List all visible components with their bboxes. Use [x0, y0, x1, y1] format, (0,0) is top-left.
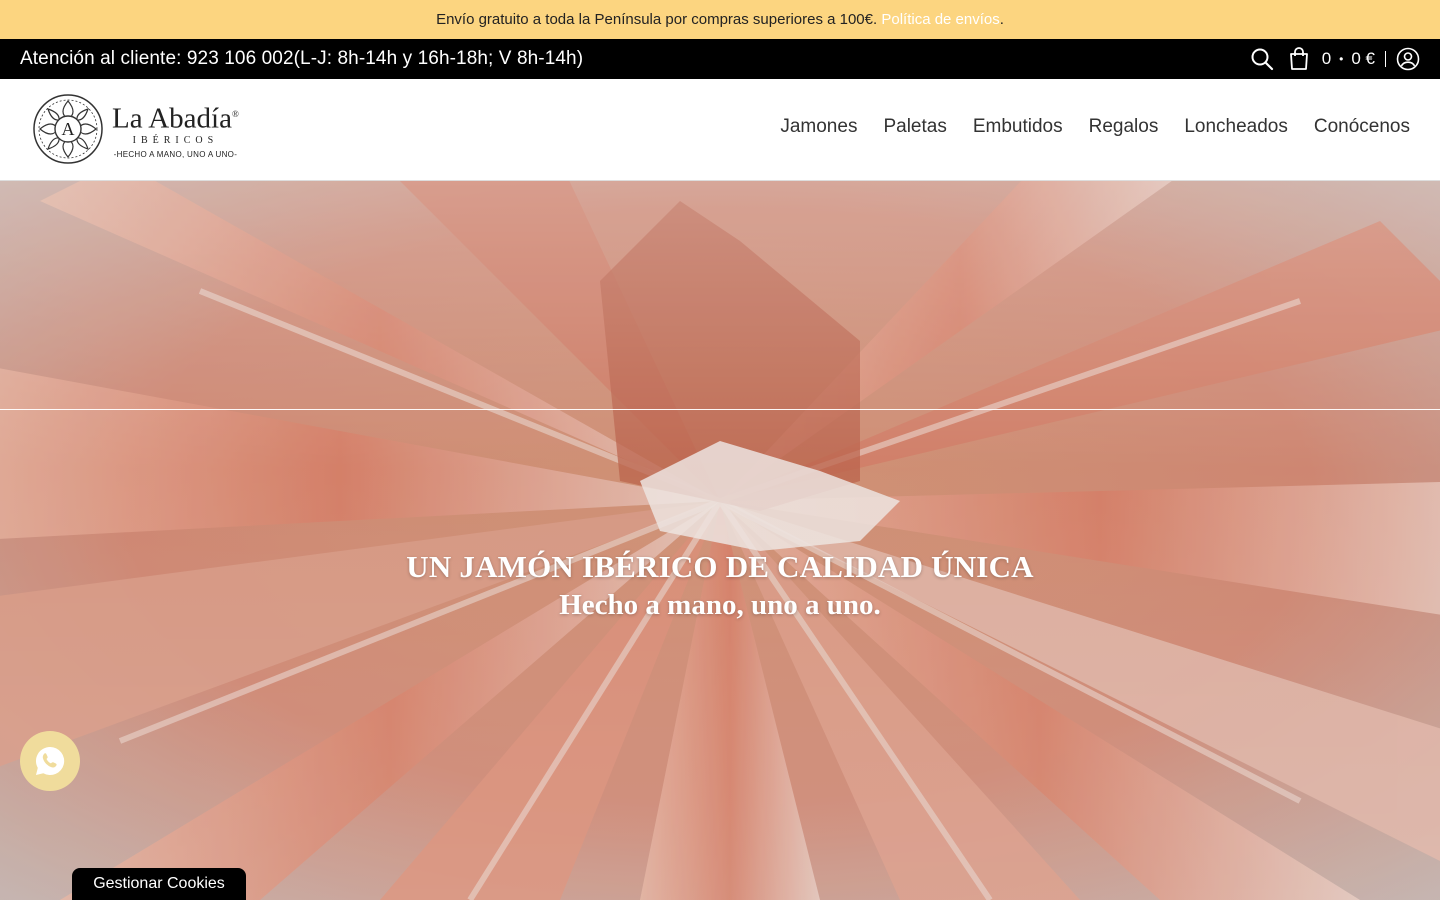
customer-service-info: Atención al cliente: 923 106 002(L-J: 8h… — [20, 48, 584, 69]
cart-separator: • — [1339, 52, 1344, 66]
site-logo[interactable]: A La Abadía® IBÉRICOS -HECHO A MANO, UNO… — [32, 93, 239, 165]
hero-caption: UN JAMÓN IBÉRICO DE CALIDAD ÚNICA Hecho … — [0, 549, 1440, 622]
shipping-policy-link[interactable]: Política de envíos — [881, 11, 999, 28]
cart-button[interactable]: 0 • 0 € — [1288, 47, 1375, 71]
nav-item-embutidos[interactable]: Embutidos — [973, 116, 1063, 138]
whatsapp-button[interactable] — [20, 731, 80, 791]
search-icon[interactable] — [1250, 47, 1274, 71]
cart-total: 0 € — [1351, 49, 1375, 68]
hero-ham-image — [0, 181, 1440, 900]
hero-banner[interactable]: UN JAMÓN IBÉRICO DE CALIDAD ÚNICA Hecho … — [0, 181, 1440, 900]
hero-title: UN JAMÓN IBÉRICO DE CALIDAD ÚNICA — [406, 549, 1034, 584]
logo-subtitle: IBÉRICOS — [132, 135, 219, 147]
site-header: A La Abadía® IBÉRICOS -HECHO A MANO, UNO… — [0, 79, 1440, 181]
nav-item-paletas[interactable]: Paletas — [883, 116, 946, 138]
announcement-bar: Envío gratuito a toda la Península por c… — [0, 0, 1440, 39]
manage-cookies-button[interactable]: Gestionar Cookies — [72, 868, 246, 900]
hero-subtitle: Hecho a mano, uno a uno. — [559, 589, 881, 621]
nav-item-jamones[interactable]: Jamones — [780, 116, 857, 138]
cart-icon — [1288, 47, 1310, 71]
logo-tagline: -HECHO A MANO, UNO A UNO- — [113, 150, 238, 160]
logo-wordmark: La Abadía® IBÉRICOS -HECHO A MANO, UNO A… — [112, 99, 239, 160]
logo-name: La Abadía® — [112, 102, 239, 135]
cart-count: 0 — [1321, 49, 1332, 68]
announcement-text: Envío gratuito a toda la Península por c… — [436, 11, 878, 28]
utility-divider — [1385, 51, 1386, 67]
utility-actions: 0 • 0 € — [1250, 47, 1420, 71]
svg-text:A: A — [62, 119, 75, 139]
announcement-trail: . — [999, 11, 1004, 28]
utility-bar: Atención al cliente: 923 106 002(L-J: 8h… — [0, 39, 1440, 79]
nav-item-conocenos[interactable]: Conócenos — [1314, 116, 1410, 138]
logo-emblem-icon: A — [33, 94, 103, 164]
nav-item-regalos[interactable]: Regalos — [1089, 116, 1159, 138]
hero-divider-line — [0, 409, 1440, 410]
main-nav: Jamones Paletas Embutidos Regalos Lonche… — [780, 116, 1410, 138]
nav-item-loncheados[interactable]: Loncheados — [1184, 116, 1288, 138]
account-icon[interactable] — [1396, 47, 1420, 71]
whatsapp-icon — [35, 746, 65, 775]
